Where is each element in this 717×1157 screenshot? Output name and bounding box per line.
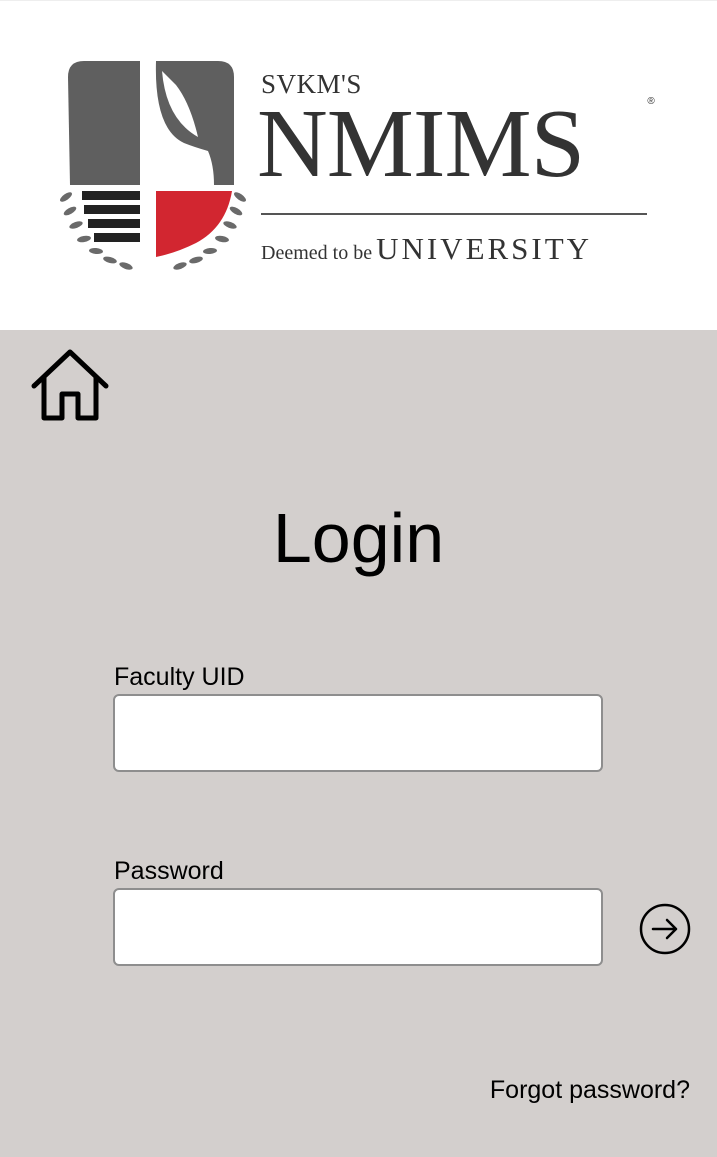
submit-button[interactable]: [638, 902, 692, 956]
logo-tagline-small: Deemed to be: [261, 242, 373, 264]
arrow-right-circle-icon: [639, 903, 691, 955]
password-input[interactable]: [113, 888, 603, 966]
nmims-logo: SVKM'S ® NMIMS Deemed to be UNIVERSITY: [58, 55, 658, 275]
faculty-uid-label: Faculty UID: [114, 663, 245, 691]
home-button[interactable]: [28, 348, 112, 424]
registered-mark: ®: [647, 96, 655, 107]
logo-divider: [261, 213, 647, 215]
logo-tagline-big: UNIVERSITY: [376, 231, 593, 266]
logo-name: NMIMS: [257, 90, 585, 198]
logo-wordmark: SVKM'S ® NMIMS Deemed to be UNIVERSITY: [257, 55, 661, 275]
header: SVKM'S ® NMIMS Deemed to be UNIVERSITY: [0, 0, 717, 330]
password-label: Password: [114, 857, 224, 885]
logo-tagline: Deemed to be UNIVERSITY: [261, 231, 592, 267]
forgot-password-link[interactable]: Forgot password?: [490, 1074, 690, 1106]
faculty-uid-input[interactable]: [113, 694, 603, 772]
page-title: Login: [272, 499, 445, 577]
home-icon: [31, 349, 109, 421]
crest-icon: [60, 61, 246, 270]
